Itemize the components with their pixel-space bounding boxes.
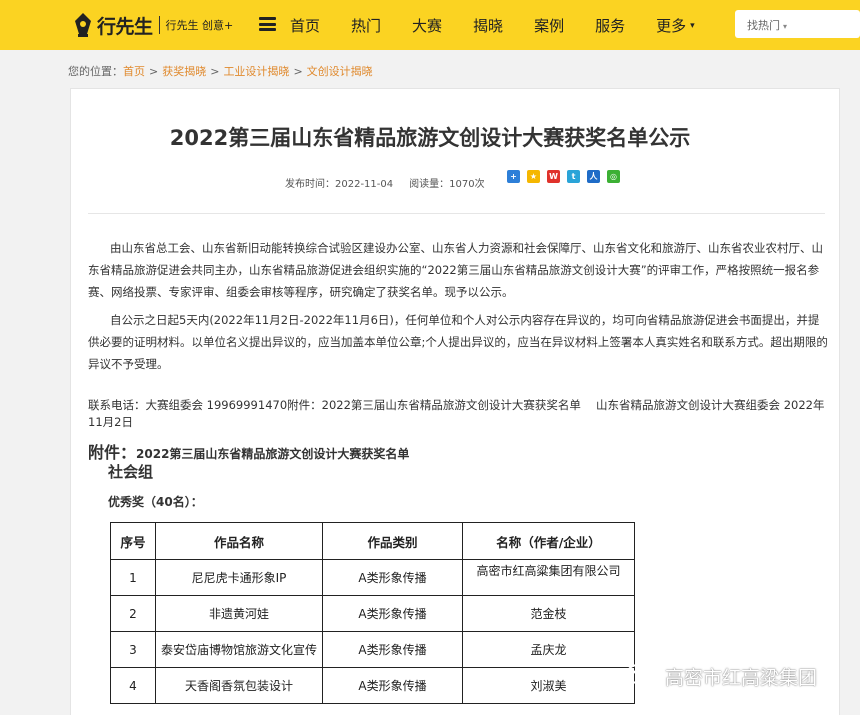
cell-author: 孟庆龙: [462, 631, 635, 668]
nav-home[interactable]: 首页: [290, 15, 320, 36]
attachment-title: 2022第三届山东省精品旅游文创设计大赛获奖名单: [136, 447, 410, 461]
wechat-watermark-icon: [626, 664, 658, 688]
top-header: 行先生 行先生 创意+ 首页 热门 大赛 揭晓 案例 服务 更多 ▾ 找热门 ▾: [0, 0, 860, 50]
search-caret-icon: ▾: [783, 22, 788, 31]
contact-info: 联系电话：大赛组委会 19969991470附件：2022第三届山东省精品旅游文…: [88, 398, 825, 429]
cell-category: A类形象传播: [322, 667, 463, 704]
body-paragraph-1: 由山东省总工会、山东省新旧动能转换综合试验区建设办公室、山东省人力资源和社会保障…: [88, 241, 823, 299]
qzone-icon[interactable]: ★: [527, 170, 540, 183]
logo-subtitle: 行先生 创意+: [165, 19, 234, 32]
attachment-label: 附件：: [88, 443, 137, 462]
attachment-heading: 附件：2022第三届山东省精品旅游文创设计大赛获奖名单: [88, 439, 409, 463]
cell-index: 4: [110, 667, 156, 704]
logo-pen-icon: [73, 12, 93, 38]
breadcrumb: 您的位置：首页 > 获奖揭晓 > 工业设计揭晓 > 文创设计揭晓: [68, 63, 373, 79]
col-header-work: 作品名称: [155, 522, 323, 560]
cell-work: 非遗黄河娃: [155, 595, 323, 632]
cell-category: A类形象传播: [322, 631, 463, 668]
breadcrumb-creative[interactable]: 文创设计揭晓: [307, 65, 373, 78]
col-header-author: 名称（作者/企业）: [462, 522, 635, 560]
table-row: 1 尼尼虎卡通形象IP A类形象传播 高密市红高粱集团有限公司: [110, 559, 635, 596]
cell-work: 泰安岱庙博物馆旅游文化宣传: [155, 631, 323, 668]
chevron-down-icon: ▾: [690, 21, 695, 31]
cell-index: 2: [110, 595, 156, 632]
nav-more-label: 更多: [656, 16, 687, 35]
cell-author: 范金枝: [462, 595, 635, 632]
wechat-icon[interactable]: ◎: [607, 170, 620, 183]
table-header-row: 序号 作品名称 作品类别 名称（作者/企业）: [110, 522, 635, 560]
logo-text: 行先生: [97, 15, 153, 38]
cell-index: 1: [110, 559, 156, 596]
breadcrumb-industrial[interactable]: 工业设计揭晓: [223, 65, 289, 78]
nav-hot[interactable]: 热门: [351, 15, 381, 36]
cell-author: 刘淑美: [462, 667, 635, 704]
col-header-index: 序号: [110, 522, 156, 560]
breadcrumb-sep: >: [210, 65, 220, 78]
breadcrumb-awards[interactable]: 获奖揭晓: [162, 65, 206, 78]
title-divider: [88, 213, 825, 214]
tencent-weibo-icon[interactable]: t: [567, 170, 580, 183]
site-logo[interactable]: 行先生 行先生 创意+: [73, 10, 233, 40]
nav-cases[interactable]: 案例: [534, 15, 564, 36]
winners-table: 序号 作品名称 作品类别 名称（作者/企业） 1 尼尼虎卡通形象IP A类形象传…: [110, 522, 635, 704]
share-plus-icon[interactable]: +: [507, 170, 520, 183]
watermark-text: 高密市红高粱集团: [665, 666, 818, 689]
breadcrumb-home[interactable]: 首页: [123, 65, 145, 78]
view-count: 阅读量：1070次: [409, 179, 485, 190]
cell-category: A类形象传播: [322, 595, 463, 632]
breadcrumb-sep: >: [149, 65, 159, 78]
cell-work: 尼尼虎卡通形象IP: [155, 559, 323, 596]
body-paragraph-2: 自公示之日起5天内(2022年11月2日-2022年11月6日)，任何单位和个人…: [88, 313, 828, 371]
breadcrumb-prefix: 您的位置：: [68, 65, 123, 78]
renren-icon[interactable]: 人: [587, 170, 600, 183]
col-header-category: 作品类别: [322, 522, 463, 560]
logo-separator: [158, 16, 160, 34]
share-bar: + ★ W t 人 ◎: [507, 170, 627, 183]
nav-services[interactable]: 服务: [595, 15, 625, 36]
weibo-icon[interactable]: W: [547, 170, 560, 183]
group-title: 社会组: [108, 463, 154, 481]
table-row: 2 非遗黄河娃 A类形象传播 范金枝: [110, 595, 635, 632]
cell-author: 高密市红高粱集团有限公司: [462, 559, 635, 596]
publish-time: 发布时间：2022-11-04: [285, 179, 394, 190]
search-label: 找热门: [747, 19, 780, 32]
nav-contest[interactable]: 大赛: [412, 15, 442, 36]
award-title: 优秀奖（40名）：: [108, 495, 203, 509]
nav-more[interactable]: 更多 ▾: [656, 15, 695, 36]
main-nav: 首页 热门 大赛 揭晓 案例 服务 更多 ▾: [290, 0, 726, 50]
breadcrumb-sep: >: [293, 65, 303, 78]
table-row: 4 天香阁香氛包装设计 A类形象传播 刘淑美: [110, 667, 635, 704]
table-row: 3 泰安岱庙博物馆旅游文化宣传 A类形象传播 孟庆龙: [110, 631, 635, 668]
nav-results[interactable]: 揭晓: [473, 15, 503, 36]
watermark: 高密市红高粱集团: [625, 662, 817, 690]
search-dropdown[interactable]: 找热门 ▾: [735, 10, 860, 38]
cell-category: A类形象传播: [322, 559, 463, 596]
cell-index: 3: [110, 631, 156, 668]
cell-work: 天香阁香氛包装设计: [155, 667, 323, 704]
article-meta: 发布时间：2022-11-04 阅读量：1070次: [285, 175, 485, 190]
article-title: 2022第三届山东省精品旅游文创设计大赛获奖名单公示: [169, 126, 691, 150]
menu-icon[interactable]: [259, 17, 276, 31]
